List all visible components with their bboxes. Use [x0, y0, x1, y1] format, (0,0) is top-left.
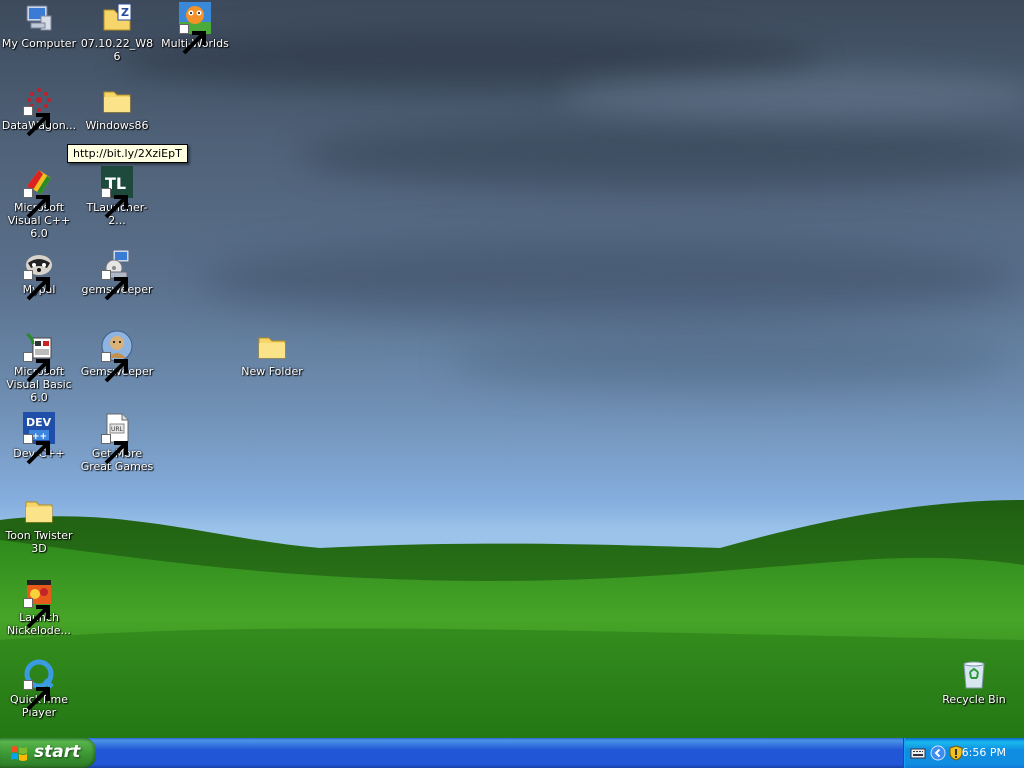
- taskbar[interactable]: start 6:56 PM: [0, 738, 1024, 768]
- icon-label: My Computer: [1, 37, 77, 50]
- icon-label: Recycle Bin: [942, 693, 1006, 706]
- desktop-icon-visual-basic[interactable]: Microsoft Visual Basic 6.0: [0, 330, 78, 404]
- desktop-icon-launch-nickelodeon[interactable]: Launch Nickelode...: [0, 576, 78, 637]
- desktop-icon-mypal[interactable]: Mypal: [0, 248, 78, 301]
- svg-text:Z: Z: [121, 6, 129, 19]
- shortcut-arrow-icon: [23, 352, 50, 383]
- visual-basic-icon: [23, 330, 55, 383]
- desktop-icon-gemsweeper[interactable]: Gemsweeper: [78, 330, 156, 383]
- desktop-icon-gemsweeper-installer[interactable]: gemsweeper: [78, 248, 156, 301]
- desktop-icon-visual-cpp[interactable]: Microsoft Visual C++ 6.0: [0, 166, 78, 240]
- visual-cpp-icon: [23, 166, 55, 219]
- desktop-icon-windows86[interactable]: Windows86: [78, 84, 156, 132]
- recycle-bin-icon: [958, 658, 990, 690]
- desktop-icon-new-folder[interactable]: New Folder: [233, 330, 311, 378]
- shortcut-arrow-icon: [101, 188, 128, 219]
- icon-label: Toon Twister 3D: [5, 529, 73, 555]
- clock[interactable]: 6:56 PM: [962, 746, 1006, 759]
- zipped-folder-icon: Z: [101, 2, 133, 34]
- shortcut-arrow-icon: [23, 680, 50, 711]
- windows-logo-icon: [11, 746, 27, 761]
- desktop-icon-get-more-great-games[interactable]: URL Get More Great Games: [78, 412, 156, 473]
- devcpp-icon: DEV ++: [23, 412, 55, 465]
- svg-text:DEV: DEV: [26, 416, 52, 429]
- shortcut-arrow-icon: [101, 434, 128, 465]
- installer-icon: [101, 248, 133, 301]
- desktop-icon-07-10-22-w86[interactable]: Z 07.10.22_W86: [78, 2, 156, 63]
- shortcut-arrow-icon: [23, 188, 50, 219]
- tooltip: http://bit.ly/2XziEpT: [67, 144, 188, 163]
- multi-worlds-icon: [179, 2, 211, 55]
- desktop[interactable]: My Computer Z 07.10.22_W86 Multi-Worlds …: [0, 0, 1024, 738]
- start-label: start: [34, 742, 81, 762]
- desktop-icon-quicktime-player[interactable]: QuickTime Player: [0, 658, 78, 719]
- desktop-icon-tlauncher[interactable]: TL TLauncher-2...: [78, 166, 156, 227]
- desktop-icon-dev-cpp[interactable]: DEV ++ Dev-C++: [0, 412, 78, 465]
- shortcut-arrow-icon: [23, 434, 50, 465]
- shortcut-arrow-icon: [101, 270, 128, 301]
- shortcut-arrow-icon: [101, 352, 128, 383]
- desktop-icon-multi-worlds[interactable]: Multi-Worlds: [156, 2, 234, 55]
- mypal-icon: [23, 248, 55, 301]
- icon-label: New Folder: [241, 365, 303, 378]
- shortcut-arrow-icon: [179, 24, 206, 55]
- folder-icon: [256, 330, 288, 362]
- start-button[interactable]: start: [0, 738, 96, 768]
- shortcut-arrow-icon: [23, 598, 50, 629]
- folder-icon: [101, 84, 133, 116]
- desktop-icon-my-computer[interactable]: My Computer: [0, 2, 78, 50]
- shortcut-arrow-icon: [23, 270, 50, 301]
- tlauncher-icon: TL: [101, 166, 133, 219]
- document-icon: URL: [101, 412, 133, 465]
- desktop-icon-toon-twister-3d[interactable]: Toon Twister 3D: [0, 494, 78, 555]
- computer-icon: [23, 2, 55, 34]
- desktop-icon-recycle-bin[interactable]: Recycle Bin: [935, 658, 1013, 706]
- show-hidden-icons-icon[interactable]: [930, 745, 946, 761]
- desktop-icon-datawagon[interactable]: DataWagon...: [0, 84, 78, 137]
- datawagon-icon: [23, 84, 55, 137]
- gemsweeper-icon: [101, 330, 133, 383]
- icon-label: Windows86: [85, 119, 149, 132]
- icon-label: 07.10.22_W86: [80, 37, 154, 63]
- keyboard-icon[interactable]: [910, 745, 926, 761]
- system-tray: 6:56 PM: [903, 738, 1024, 768]
- quicktime-icon: [23, 658, 55, 711]
- svg-text:URL: URL: [111, 426, 124, 433]
- folder-icon: [23, 494, 55, 526]
- shortcut-arrow-icon: [23, 106, 50, 137]
- nickelodeon-icon: [23, 576, 55, 629]
